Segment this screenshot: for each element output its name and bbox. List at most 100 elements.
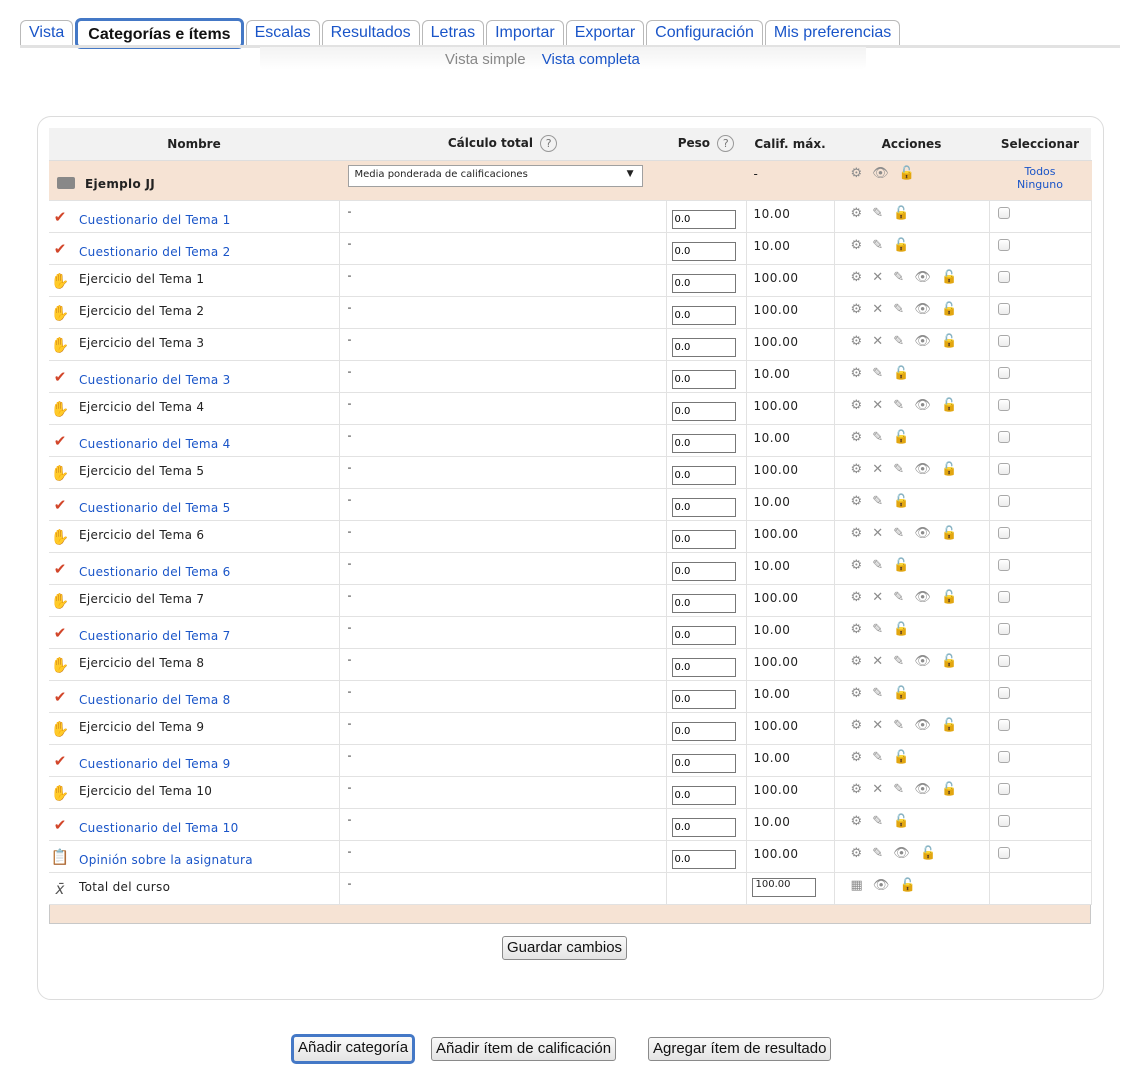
item-select-checkbox[interactable] [997, 814, 1010, 827]
help-icon[interactable]: ? [717, 135, 735, 153]
tab-6[interactable]: Exportar [565, 20, 645, 46]
item-select-checkbox[interactable] [997, 750, 1010, 763]
weight-input[interactable] [671, 593, 736, 613]
item-actions-icons[interactable]: ⚙ ✕ ✎ 👁 🔓 [835, 585, 989, 605]
weight-input[interactable] [671, 369, 736, 389]
item-name[interactable]: Cuestionario del Tema 6 [71, 565, 231, 579]
item-name[interactable]: Cuestionario del Tema 1 [71, 213, 231, 227]
add-outcome-item-button[interactable]: Agregar ítem de resultado [648, 1037, 832, 1061]
item-calc: - [347, 236, 352, 250]
item-select-checkbox[interactable] [997, 270, 1010, 283]
item-name[interactable]: Cuestionario del Tema 8 [71, 693, 231, 707]
tab-0[interactable]: Vista [20, 20, 74, 46]
subnav-simple-view[interactable]: Vista simple [445, 51, 526, 68]
tab-2[interactable]: Escalas [245, 20, 320, 46]
weight-input[interactable] [671, 753, 736, 773]
select-all-link[interactable]: Todos [990, 161, 1091, 178]
item-actions-icons[interactable]: ⚙ ✕ ✎ 👁 🔓 [835, 393, 989, 413]
weight-input[interactable] [671, 849, 736, 869]
weight-input[interactable] [671, 561, 736, 581]
item-select-checkbox[interactable] [997, 206, 1010, 219]
item-max: 10.00 [753, 366, 791, 381]
item-name[interactable]: Cuestionario del Tema 5 [71, 501, 231, 515]
weight-input[interactable] [671, 209, 736, 229]
item-select-checkbox[interactable] [997, 558, 1010, 571]
tab-5[interactable]: Importar [486, 20, 564, 46]
aggregation-select[interactable]: Media ponderada de calificaciones ▼ [347, 164, 643, 187]
item-actions-icons[interactable]: ⚙ ✎ 🔓 [835, 489, 989, 509]
item-actions-icons[interactable]: ⚙ ✎ 🔓 [835, 617, 989, 637]
item-select-checkbox[interactable] [997, 846, 1010, 859]
item-name[interactable]: Cuestionario del Tema 7 [71, 629, 231, 643]
help-icon[interactable]: ? [540, 135, 558, 153]
save-changes-button[interactable]: Guardar cambios [502, 936, 628, 960]
item-actions-icons[interactable]: ⚙ ✕ ✎ 👁 🔓 [835, 457, 989, 477]
item-actions-icons[interactable]: ⚙ ✎ 🔓 [835, 809, 989, 829]
weight-input[interactable] [671, 433, 736, 453]
item-actions-icons[interactable]: ⚙ ✎ 👁 🔓 [835, 841, 989, 861]
select-none-link[interactable]: Ninguno [990, 178, 1091, 191]
item-name[interactable]: Cuestionario del Tema 4 [71, 437, 231, 451]
item-select-checkbox[interactable] [997, 334, 1010, 347]
weight-input[interactable] [671, 657, 736, 677]
total-weight-cell [666, 872, 747, 905]
item-actions-icons[interactable]: ⚙ ✎ 🔓 [835, 361, 989, 381]
weight-input[interactable] [671, 465, 736, 485]
item-select-checkbox[interactable] [997, 238, 1010, 251]
item-actions-icons[interactable]: ⚙ ✎ 🔓 [835, 681, 989, 701]
tab-3[interactable]: Resultados [321, 20, 420, 46]
weight-input[interactable] [671, 305, 736, 325]
item-select-checkbox[interactable] [997, 526, 1010, 539]
total-max-input[interactable]: 100.00 [751, 877, 816, 897]
item-select-checkbox[interactable] [997, 718, 1010, 731]
weight-input[interactable] [671, 241, 736, 261]
item-select-checkbox[interactable] [997, 782, 1010, 795]
item-select-checkbox[interactable] [997, 654, 1010, 667]
category-actions-icons[interactable]: ⚙ 👁 🔓 [835, 161, 989, 181]
item-actions-icons[interactable]: ⚙ ✎ 🔓 [835, 553, 989, 573]
item-actions-icons[interactable]: ⚙ ✎ 🔓 [835, 233, 989, 253]
item-name[interactable]: Cuestionario del Tema 10 [71, 821, 239, 835]
item-actions-icons[interactable]: ⚙ ✕ ✎ 👁 🔓 [835, 713, 989, 733]
item-select-checkbox[interactable] [997, 366, 1010, 379]
weight-input[interactable] [671, 625, 736, 645]
item-select-checkbox[interactable] [997, 590, 1010, 603]
weight-input[interactable] [671, 529, 736, 549]
weight-input[interactable] [671, 817, 736, 837]
tab-7[interactable]: Configuración [646, 20, 763, 46]
item-select-checkbox[interactable] [997, 302, 1010, 315]
item-select-checkbox[interactable] [997, 622, 1010, 635]
item-name[interactable]: Cuestionario del Tema 2 [71, 245, 231, 259]
weight-input[interactable] [671, 401, 736, 421]
weight-input[interactable] [671, 721, 736, 741]
tab-4[interactable]: Letras [421, 20, 485, 46]
item-actions-icons[interactable]: ⚙ ✎ 🔓 [835, 201, 989, 221]
tab-8[interactable]: Mis preferencias [764, 20, 901, 46]
item-select-checkbox[interactable] [997, 494, 1010, 507]
item-name[interactable]: Cuestionario del Tema 9 [71, 757, 231, 771]
item-name[interactable]: Opinión sobre la asignatura [71, 853, 253, 867]
weight-input[interactable] [671, 337, 736, 357]
item-actions-icons[interactable]: ⚙ ✎ 🔓 [835, 745, 989, 765]
item-actions-icons[interactable]: ⚙ ✕ ✎ 👁 🔓 [835, 777, 989, 797]
item-actions-icons[interactable]: ⚙ ✕ ✎ 👁 🔓 [835, 649, 989, 669]
item-actions-icons[interactable]: ⚙ ✎ 🔓 [835, 425, 989, 445]
total-actions-icons[interactable]: ▦ 👁 🔓 [835, 873, 989, 893]
weight-input[interactable] [671, 273, 736, 293]
weight-input[interactable] [671, 689, 736, 709]
weight-input[interactable] [671, 497, 736, 517]
item-actions-icons[interactable]: ⚙ ✕ ✎ 👁 🔓 [835, 265, 989, 285]
item-select-checkbox[interactable] [997, 686, 1010, 699]
item-select-checkbox[interactable] [997, 398, 1010, 411]
item-select-checkbox[interactable] [997, 462, 1010, 475]
add-category-button[interactable]: Añadir categoría [291, 1034, 416, 1064]
weight-input[interactable] [671, 785, 736, 805]
item-actions-icons[interactable]: ⚙ ✕ ✎ 👁 🔓 [835, 521, 989, 541]
item-name[interactable]: Cuestionario del Tema 3 [71, 373, 231, 387]
item-select-checkbox[interactable] [997, 430, 1010, 443]
subnav-full-view[interactable]: Vista completa [542, 51, 640, 68]
item-actions-icons[interactable]: ⚙ ✕ ✎ 👁 🔓 [835, 297, 989, 317]
table-row: 📋Opinión sobre la asignatura-100.00⚙ ✎ 👁… [49, 840, 1092, 873]
add-grade-item-button[interactable]: Añadir ítem de calificación [431, 1037, 617, 1061]
item-actions-icons[interactable]: ⚙ ✕ ✎ 👁 🔓 [835, 329, 989, 349]
